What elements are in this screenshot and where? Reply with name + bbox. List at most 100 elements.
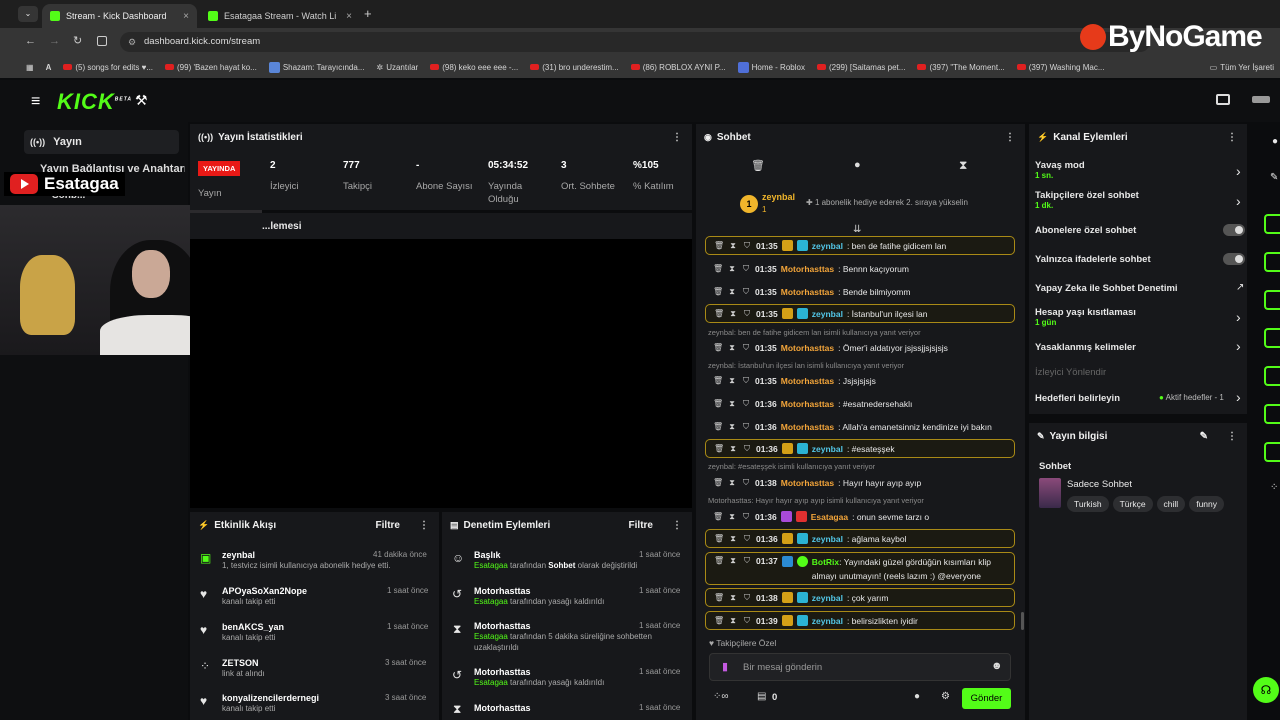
ban-shield-icon[interactable]: ⛉ (742, 593, 752, 603)
message-user[interactable]: zeynbal (812, 241, 843, 251)
ban-shield-icon[interactable]: ⛉ (741, 343, 751, 353)
chevron-right-icon[interactable]: › (1236, 193, 1241, 209)
subs-chat-toggle[interactable] (1223, 224, 1245, 236)
chat-message[interactable]: 🗑 ⧗ ⛉ 01:35 zeynbal: ben de fatihe gidicem l… (705, 236, 1015, 255)
bookmark-item[interactable]: (5) songs for edits ♥... (57, 63, 159, 72)
more-options-icon[interactable]: ⋮ (672, 132, 682, 143)
moderation-filter-button[interactable]: Filtre (629, 520, 653, 531)
rail-button-5[interactable] (1264, 366, 1280, 386)
ban-shield-icon[interactable]: ⛉ (741, 478, 751, 488)
chat-bubble-icon[interactable]: ● (854, 159, 861, 171)
message-user[interactable]: zeynbal (812, 593, 843, 603)
send-button[interactable]: Gönder (962, 688, 1011, 709)
bookmark-item[interactable]: Home - Roblox (732, 61, 811, 73)
ban-shield-icon[interactable]: ⛉ (742, 534, 752, 544)
more-options-icon[interactable]: ⋮ (1227, 431, 1237, 442)
trash-icon[interactable]: 🗑 (714, 556, 724, 565)
message-user[interactable]: zeynbal (812, 309, 843, 319)
message-user[interactable]: Motorhasttas (781, 399, 834, 409)
ban-shield-icon[interactable]: ⛉ (741, 422, 751, 432)
message-user[interactable]: Motorhasttas (781, 287, 834, 297)
bookmark-item[interactable]: (31) bro underestim... (524, 63, 624, 72)
tab-esatagaa-stream[interactable]: Esatagaa Stream - Watch Live o × (200, 4, 360, 28)
bookmark-item[interactable]: (98) keko eee eee -... (424, 63, 524, 72)
tab-list-icon[interactable]: ⌄ (18, 6, 38, 22)
timeout-icon[interactable]: ⧗ (727, 287, 737, 297)
more-options-icon[interactable]: ⋮ (1005, 132, 1015, 143)
message-user[interactable]: Motorhasttas (781, 264, 834, 274)
slow-mode-setting[interactable]: Yavaş mod 1 sn. (1035, 160, 1085, 180)
chat-settings-bubble-icon[interactable]: ● (914, 691, 920, 702)
store-icon[interactable]: ▤ (757, 691, 766, 702)
side-panel-icon[interactable] (97, 36, 107, 46)
message-user[interactable]: Motorhasttas (781, 422, 834, 432)
bookmark-item[interactable]: A (40, 63, 58, 72)
chat-message[interactable]: 🗑 ⧗ ⛉ 01:35 zeynbal: İstanbul'un ilçesi lan (705, 304, 1015, 323)
pencil-icon[interactable]: ✎ (1270, 172, 1278, 183)
message-user[interactable]: zeynbal (812, 444, 843, 454)
chat-message[interactable]: 🗑 ⧗ ⛉ 01:36 Esatagaa: onun sevme tarzı o (705, 507, 1015, 526)
timeout-icon[interactable]: ⧗ (728, 241, 738, 251)
leaderboard-user[interactable]: zeynbal (762, 192, 795, 202)
trash-icon[interactable]: 🗑 (714, 593, 724, 602)
timeout-icon[interactable]: ⧗ (727, 376, 737, 386)
ban-shield-icon[interactable]: ⛉ (741, 287, 751, 297)
message-user[interactable]: Motorhasttas (781, 343, 834, 353)
chat-message[interactable]: 🗑 ⧗ ⛉ 01:35 Motorhasttas: Bennn kaçıyorum (705, 259, 1015, 278)
all-bookmarks[interactable]: ▭ Tüm Yer İşareti (1204, 63, 1280, 72)
chat-message[interactable]: 🗑 ⧗ ⛉ 01:35 Motorhasttas: Bende bilmiyomm (705, 282, 1015, 301)
bookmark-item[interactable]: (299) [Saitamas pet... (811, 63, 911, 72)
chevron-right-icon[interactable]: › (1236, 163, 1241, 179)
tab-kick-dashboard[interactable]: Stream - Kick Dashboard × (42, 4, 197, 28)
goals-setting[interactable]: Hedefleri belirleyin (1035, 393, 1120, 404)
tag-chip[interactable]: funny (1189, 496, 1224, 512)
bookmark-item[interactable]: Shazam: Tarayıcında... (263, 61, 371, 73)
hourglass-icon[interactable]: ⧗ (959, 158, 967, 173)
activity-filter-button[interactable]: Filtre (376, 520, 400, 531)
trash-icon[interactable]: 🗑 (713, 478, 723, 487)
chat-scrollbar[interactable] (1021, 612, 1024, 630)
chat-message[interactable]: 🗑 ⧗ ⛉ 01:36 zeynbal: ağlama kaybol (705, 529, 1015, 548)
more-options-icon[interactable]: ⋮ (672, 520, 682, 531)
rail-button-2[interactable] (1264, 252, 1280, 272)
support-chat-icon[interactable]: ☊ (1253, 677, 1279, 703)
chat-message[interactable]: 🗑 ⧗ ⛉ 01:36 Motorhasttas: #esatnedersehaklı (705, 394, 1015, 413)
forward-icon[interactable]: → (49, 35, 60, 47)
url-input[interactable]: ⚙ dashboard.kick.com/stream (120, 32, 1150, 52)
chat-message[interactable]: 🗑 ⧗ ⛉ 01:38 zeynbal: çok yarım (705, 588, 1015, 607)
followers-chat-setting[interactable]: Takipçilere özel sohbet 1 dk. (1035, 190, 1139, 210)
bookmark-item[interactable]: (99) 'Bazen hayat ko... (159, 63, 263, 72)
gear-icon[interactable]: ⚙ (941, 691, 950, 702)
ban-shield-icon[interactable]: ⛉ (742, 444, 752, 454)
rail-button-3[interactable] (1264, 290, 1280, 310)
tag-chip[interactable]: chill (1156, 496, 1186, 512)
timeout-icon[interactable]: ⧗ (727, 343, 737, 353)
emoji-icon[interactable]: ☻ (991, 660, 1003, 672)
timeout-icon[interactable]: ⧗ (727, 399, 737, 409)
trash-icon[interactable]: 🗑 (714, 616, 724, 625)
bookmark-item[interactable]: (397) "The Moment... (911, 63, 1010, 72)
site-info-icon[interactable]: ⚙ (128, 32, 136, 52)
chat-message[interactable]: 🗑 ⧗ ⛉ 01:35 Motorhasttas: Ömer'i aldatıyor j… (705, 338, 1015, 357)
category-name[interactable]: Sadece Sohbet (1067, 479, 1132, 490)
timeout-icon[interactable]: ⧗ (727, 512, 737, 522)
chat-message[interactable]: 🗑 ⧗ ⛉ 01:37 BotRix: Yayındaki güzel gördüğün… (705, 552, 1015, 585)
emote-chat-toggle[interactable] (1223, 253, 1245, 265)
sidebar-item-yayin[interactable]: ((•)) Yayın (24, 130, 179, 154)
layout-icon[interactable] (1216, 94, 1230, 105)
timeout-icon[interactable]: ⧗ (728, 309, 738, 319)
trash-icon[interactable]: 🗑 (714, 534, 724, 543)
user-avatar[interactable] (1252, 96, 1270, 103)
trash-icon[interactable]: 🗑 (714, 309, 724, 318)
timeout-icon[interactable]: ⧗ (728, 616, 738, 626)
message-user[interactable]: BotRix (812, 557, 839, 567)
info-icon[interactable]: ● (1272, 136, 1278, 147)
hamburger-menu-icon[interactable]: ≡ (31, 93, 40, 111)
rail-button-6[interactable] (1264, 404, 1280, 424)
external-link-icon[interactable]: ↗ (1236, 282, 1244, 293)
pin-icon[interactable]: ⚒ (135, 92, 148, 109)
trash-icon[interactable]: 🗑 (751, 159, 765, 172)
chat-message[interactable]: 🗑 ⧗ ⛉ 01:36 Motorhasttas: Allah'a emanetsinn… (705, 417, 1015, 436)
chevron-right-icon[interactable]: › (1236, 389, 1241, 405)
chevron-right-icon[interactable]: › (1236, 338, 1241, 354)
